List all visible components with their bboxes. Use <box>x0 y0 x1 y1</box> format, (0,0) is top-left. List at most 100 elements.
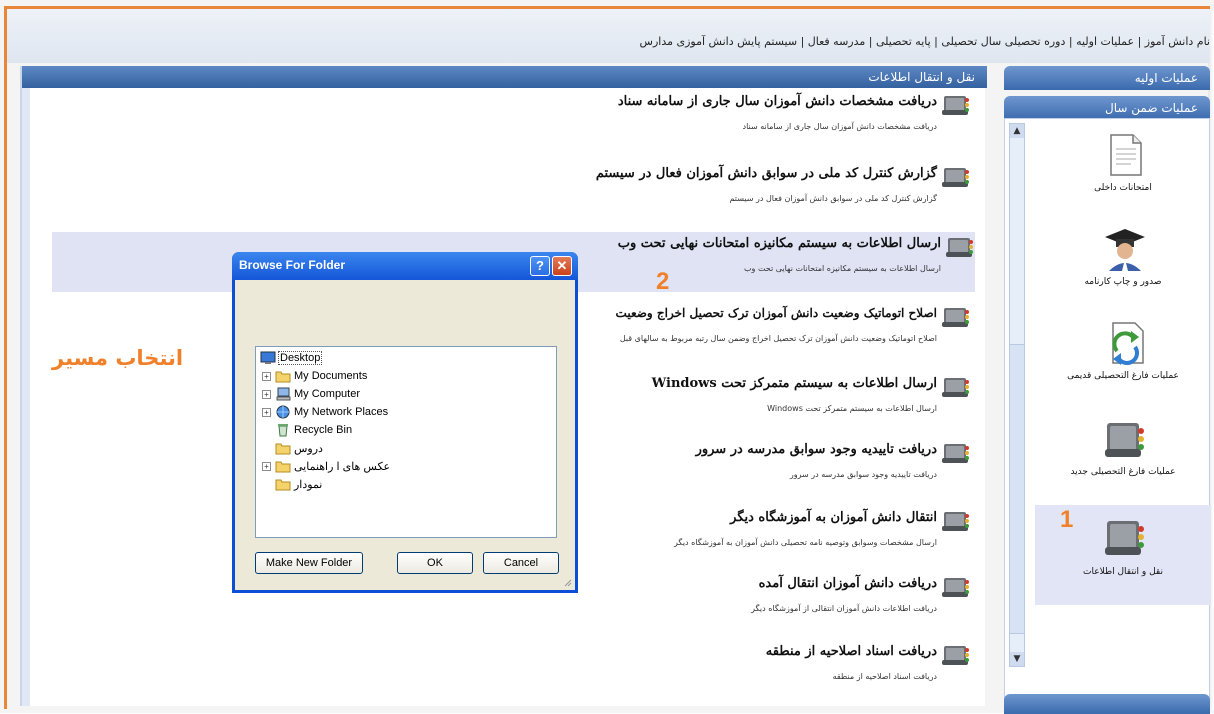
tree-node-folder-chart[interactable]: نمودار <box>262 477 462 493</box>
action-subtitle: دریافت اطلاعات دانش آموزان انتقالی از آم… <box>751 604 937 613</box>
expand-icon[interactable]: + <box>262 462 271 471</box>
scroll-thumb[interactable] <box>1010 344 1024 634</box>
action-subtitle: دریافت تاییدیه وجود سوابق مدرسه در سرور <box>789 470 937 479</box>
book-icon <box>942 168 969 187</box>
folder-icon <box>275 443 291 455</box>
menu-bar-text: نام دانش آموز | عملیات اولیه | دوره تحصی… <box>639 35 1210 48</box>
tree-node-desktop[interactable]: Desktop <box>260 351 380 367</box>
action-title: دریافت اسناد اصلاحیه از منطقه <box>765 644 937 659</box>
folder-icon <box>275 479 291 491</box>
side-body: ▲ ▼ امتحانات داخلی صدور و چاپ کارنامه عم… <box>1004 118 1211 714</box>
tree-node-folder-doroos[interactable]: دروس <box>262 441 462 457</box>
book-icon <box>1105 521 1144 555</box>
scroll-down-icon[interactable]: ▼ <box>1010 652 1024 666</box>
scroll-up-icon[interactable]: ▲ <box>1010 124 1024 138</box>
action-item-auto-correct-status[interactable]: اصلاح اتوماتیک وضعیت دانش آموزان ترک تحص… <box>551 302 971 362</box>
action-title: اصلاح اتوماتیک وضعیت دانش آموزان ترک تحص… <box>615 306 937 320</box>
book-icon <box>942 444 969 463</box>
top-menu-bar: نام دانش آموز | عملیات اولیه | دوره تحصی… <box>7 9 1210 63</box>
book-icon <box>942 308 969 327</box>
action-title: گزارش کنترل کد ملی در سوابق دانش آموزان … <box>595 166 937 181</box>
screenshot-frame: نام دانش آموز | عملیات اولیه | دوره تحصی… <box>0 0 1214 714</box>
browse-for-folder-dialog: Browse For Folder ? ✕ Desktop + My Docum… <box>232 252 578 593</box>
desktop-icon <box>260 351 276 364</box>
action-item-national-code-report[interactable]: گزارش کنترل کد ملی در سوابق دانش آموزان … <box>451 162 971 222</box>
tree-node-label: دروس <box>294 443 323 455</box>
side-header-in-year-ops[interactable]: عملیات ضمن سال <box>1004 96 1210 120</box>
tree-node-my-network-places[interactable]: + My Network Places <box>262 405 462 421</box>
side-item-graduation-old[interactable]: عملیات فارغ التحصیلی قدیمی <box>1035 317 1211 397</box>
action-title: انتقال دانش آموزان به آموزشگاه دیگر <box>730 510 937 525</box>
resize-grip-icon[interactable] <box>562 577 572 587</box>
folder-tree[interactable]: Desktop + My Documents + My Computer + M… <box>255 346 557 538</box>
graduate-icon <box>1105 229 1145 271</box>
tree-node-folder-photos[interactable]: + عکس های ا راهنمایی <box>262 459 462 475</box>
side-header-initial-ops[interactable]: عملیات اولیه <box>1004 66 1210 90</box>
side-item-label: عملیات فارغ التحصیلی قدیمی <box>1067 371 1179 381</box>
side-item-label: امتحانات داخلی <box>1094 183 1152 193</box>
action-subtitle: دریافت اسناد اصلاحیه از منطقه <box>832 672 937 681</box>
action-subtitle: اصلاح اتوماتیک وضعیت دانش آموزان ترک تحص… <box>619 334 937 343</box>
side-header-collapsed[interactable] <box>1004 694 1210 714</box>
step-1-marker: 1 <box>1060 506 1074 533</box>
tree-node-label: عکس های ا راهنمایی <box>294 461 391 473</box>
close-button[interactable]: ✕ <box>552 256 572 276</box>
frame-border-left <box>4 6 7 709</box>
expand-icon[interactable]: + <box>262 408 271 417</box>
action-title: دریافت دانش آموزان انتقال آمده <box>758 576 937 591</box>
book-icon <box>946 238 973 257</box>
tree-node-my-documents[interactable]: + My Documents <box>262 369 462 385</box>
action-item-receive-sanad[interactable]: دریافت مشخصات دانش آموزان سال جاری از سا… <box>451 90 971 150</box>
book-icon <box>942 646 969 665</box>
book-icon <box>942 578 969 597</box>
action-title: ارسال اطلاعات به سیستم متمرکز تحت Window… <box>651 376 937 391</box>
cancel-button[interactable]: Cancel <box>483 552 559 574</box>
action-subtitle: ارسال اطلاعات به سیستم متمرکز تحت Window… <box>767 404 937 413</box>
folder-icon <box>275 371 291 383</box>
make-new-folder-button[interactable]: Make New Folder <box>255 552 363 574</box>
side-item-internal-exams[interactable]: امتحانات داخلی <box>1035 129 1211 209</box>
tree-node-label: Recycle Bin <box>294 424 353 436</box>
step-2-marker: 2 <box>656 268 670 295</box>
tree-node-label: My Computer <box>294 388 361 400</box>
expand-icon[interactable]: + <box>262 372 271 381</box>
dialog-client-area: Desktop + My Documents + My Computer + M… <box>235 280 575 590</box>
expand-icon[interactable]: + <box>262 390 271 399</box>
side-item-graduation-new[interactable]: عملیات فارغ التحصیلی جدید <box>1035 413 1211 493</box>
action-subtitle: دریافت مشخصات دانش آموزان سال جاری از سا… <box>742 122 937 131</box>
action-subtitle: گزارش کنترل کد ملی در سوابق دانش آموزان … <box>729 194 937 203</box>
dialog-titlebar[interactable]: Browse For Folder ? ✕ <box>232 252 578 280</box>
tree-node-label: My Network Places <box>294 406 389 418</box>
recycle-bin-icon <box>278 424 288 437</box>
action-subtitle: ارسال اطلاعات به سیستم مکانیزه امتحانات … <box>744 264 941 273</box>
help-button[interactable]: ? <box>530 256 550 276</box>
book-icon <box>942 378 969 397</box>
action-subtitle: ارسال مشخصات وسوابق وتوصیه نامه تحصیلی د… <box>674 538 937 547</box>
panel-title: نقل و انتقال اطلاعات <box>22 66 987 88</box>
side-item-label: نقل و انتقال اطلاعات <box>1083 567 1163 577</box>
action-title: دریافت تاییدیه وجود سوابق مدرسه در سرور <box>695 442 937 457</box>
dialog-title: Browse For Folder <box>239 258 346 272</box>
side-item-report-cards[interactable]: صدور و چاپ کارنامه <box>1035 223 1211 303</box>
side-navigation: عملیات اولیه عملیات ضمن سال ▲ ▼ امتحانات… <box>1004 66 1211 714</box>
folder-icon <box>275 461 291 473</box>
refresh-document-icon <box>1112 322 1144 365</box>
ok-button[interactable]: OK <box>397 552 473 574</box>
tree-node-label: My Documents <box>294 370 368 382</box>
action-title: دریافت مشخصات دانش آموزان سال جاری از سا… <box>617 94 937 109</box>
book-icon <box>942 512 969 531</box>
document-icon <box>1110 134 1142 176</box>
side-item-label: صدور و چاپ کارنامه <box>1084 277 1162 287</box>
side-item-label: عملیات فارغ التحصیلی جدید <box>1070 467 1176 477</box>
network-icon <box>276 405 290 419</box>
tree-node-recycle-bin[interactable]: Recycle Bin <box>262 423 462 439</box>
select-path-annotation: انتخاب مسیر <box>52 346 184 370</box>
left-scrollbar[interactable] <box>22 88 30 706</box>
action-title: ارسال اطلاعات به سیستم مکانیزه امتحانات … <box>617 236 941 251</box>
action-item-receive-corrections[interactable]: دریافت اسناد اصلاحیه از منطقه دریافت اسن… <box>451 640 971 700</box>
tree-node-my-computer[interactable]: + My Computer <box>262 387 462 403</box>
book-icon <box>942 96 969 115</box>
tree-node-label: Desktop <box>278 351 323 365</box>
tree-node-label: نمودار <box>294 479 323 491</box>
side-scrollbar[interactable]: ▲ ▼ <box>1009 123 1025 667</box>
